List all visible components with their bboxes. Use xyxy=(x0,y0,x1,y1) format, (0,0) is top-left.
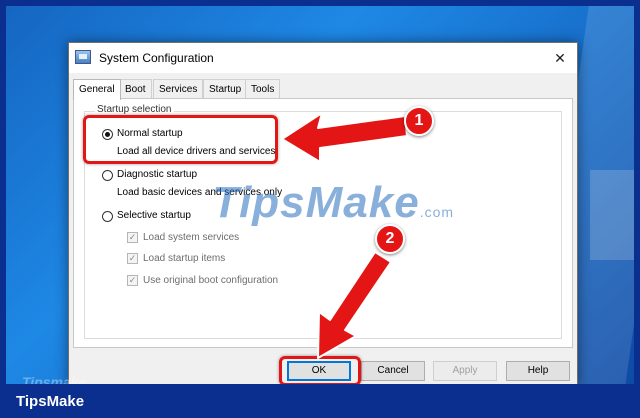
arrow-2-icon xyxy=(317,251,392,359)
annotation-arrows xyxy=(281,112,408,359)
footer-bar xyxy=(0,384,640,418)
step-2-badge: 2 xyxy=(375,224,405,254)
arrow-1-icon xyxy=(281,112,408,163)
footer-brand: TipsMake xyxy=(16,393,85,410)
tab-general[interactable]: General xyxy=(73,79,121,100)
step-1-badge: 1 xyxy=(404,106,434,136)
